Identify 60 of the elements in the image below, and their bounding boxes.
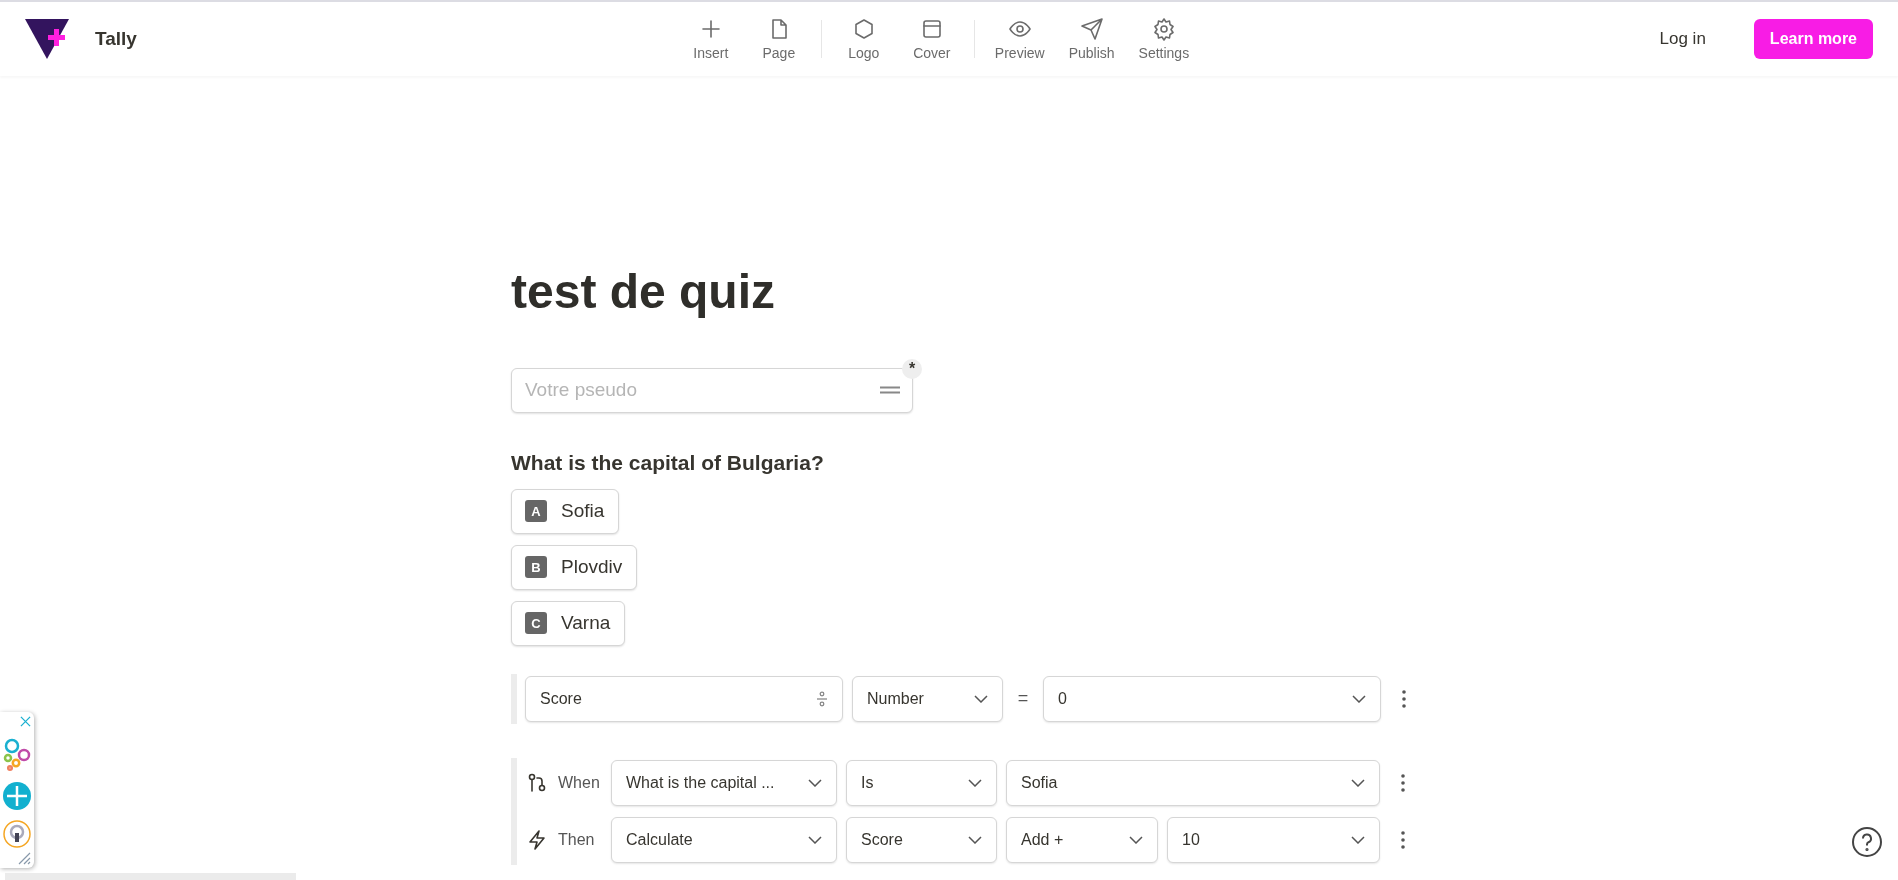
- more-options-icon[interactable]: [1401, 830, 1405, 849]
- dropdown[interactable]: Is: [846, 759, 997, 806]
- short-answer-icon: [880, 385, 900, 394]
- rule-label: Then: [558, 830, 595, 849]
- toolbar-button[interactable]: Cover: [897, 17, 966, 61]
- logo-icon[interactable]: [25, 19, 69, 59]
- toolbar-button[interactable]: Page: [744, 17, 813, 61]
- branch-icon: [528, 772, 546, 793]
- dropdown[interactable]: Calculate: [611, 816, 837, 863]
- dropdown[interactable]: Add +: [1006, 816, 1158, 863]
- plus-circle-icon[interactable]: [3, 782, 31, 810]
- toolbar-button[interactable]: Logo: [829, 17, 898, 61]
- close-icon[interactable]: [20, 716, 31, 727]
- form-title: test de quiz: [511, 266, 777, 319]
- option-letter: B: [525, 556, 547, 579]
- dropdown[interactable]: Sofia: [1006, 759, 1380, 806]
- variable-field[interactable]: Score: [525, 675, 843, 722]
- login-link[interactable]: Log in: [1659, 29, 1706, 49]
- toolbar-button[interactable]: Settings: [1126, 17, 1202, 61]
- option-label: Sofia: [561, 500, 605, 523]
- option-label: Plovdiv: [561, 556, 623, 579]
- toolbar-button[interactable]: Preview: [982, 17, 1057, 61]
- chevron-down-icon: [1129, 835, 1143, 844]
- toolbar-button[interactable]: Publish: [1056, 17, 1127, 61]
- chevron-down-icon: [1351, 778, 1365, 787]
- chevron-down-icon: [974, 694, 988, 703]
- dropdown[interactable]: 0: [1043, 675, 1381, 722]
- more-options-icon[interactable]: [1402, 689, 1406, 708]
- bubbles-icon[interactable]: [3, 738, 31, 772]
- answer-option[interactable]: C Varna: [511, 600, 626, 646]
- chevron-down-icon: [968, 835, 982, 844]
- required-badge: *: [902, 358, 922, 379]
- send-icon: [1079, 17, 1104, 41]
- equals-sign: =: [1016, 688, 1030, 710]
- dropdown[interactable]: Score: [846, 816, 997, 863]
- option-letter: C: [525, 612, 547, 635]
- answer-option[interactable]: B Plovdiv: [511, 544, 638, 590]
- option-letter: A: [525, 500, 547, 523]
- option-label: Varna: [561, 612, 611, 635]
- divide-icon: [816, 690, 828, 707]
- chevron-down-icon: [1352, 694, 1366, 703]
- help-icon[interactable]: [1851, 826, 1883, 858]
- lightning-icon: [528, 829, 546, 850]
- brand-name: Tally: [95, 28, 137, 50]
- dropdown[interactable]: 10: [1167, 816, 1380, 863]
- settings-icon: [1151, 17, 1176, 41]
- dropdown[interactable]: Number: [852, 675, 1003, 722]
- chevron-down-icon: [968, 778, 982, 787]
- chevron-down-icon: [808, 835, 822, 844]
- resize-handle-icon[interactable]: [17, 851, 31, 865]
- chevron-down-icon: [808, 778, 822, 787]
- dropdown[interactable]: What is the capital ...: [611, 759, 837, 806]
- answer-option[interactable]: A Sofia: [511, 488, 620, 534]
- chevron-down-icon: [1351, 835, 1365, 844]
- question-text: What is the capital of Bulgaria?: [511, 450, 825, 475]
- toolbar-button[interactable]: Insert: [676, 17, 745, 61]
- more-options-icon[interactable]: [1401, 773, 1405, 792]
- rule-label: When: [558, 773, 600, 792]
- lightbulb-icon[interactable]: [3, 820, 31, 848]
- input-field[interactable]: Votre pseudo: [511, 367, 913, 413]
